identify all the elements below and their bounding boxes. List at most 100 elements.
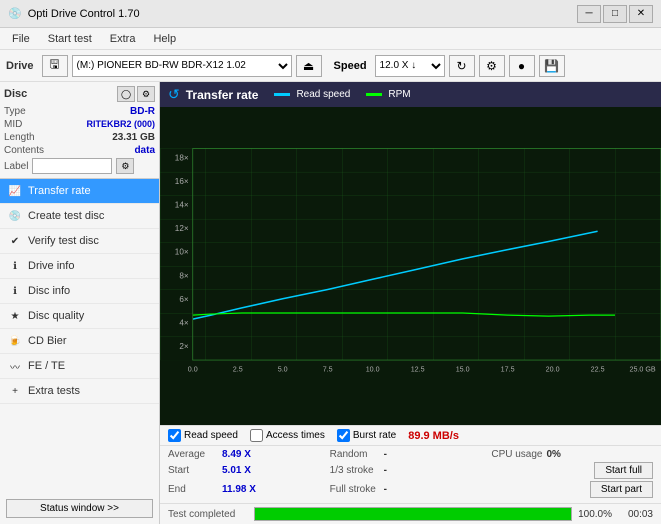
chart-header: ↺ Transfer rate Read speed RPM: [160, 82, 661, 107]
close-button[interactable]: ✕: [629, 5, 653, 23]
start-part-button[interactable]: Start part: [590, 481, 653, 498]
chart-wrapper: 18× 16× 14× 12× 10× 8× 6× 4× 2× 0.0 2.5 …: [160, 107, 661, 425]
save-button[interactable]: 💾: [539, 55, 565, 77]
nav-verify-disc-label: Verify test disc: [28, 235, 99, 247]
nav-extra-tests[interactable]: + Extra tests: [0, 379, 159, 404]
menu-extra[interactable]: Extra: [102, 31, 144, 47]
progress-bar: [254, 507, 572, 521]
burn-button[interactable]: ●: [509, 55, 535, 77]
drive-icon-button[interactable]: 🖫: [42, 55, 68, 77]
toolbar: Drive 🖫 (M:) PIONEER BD-RW BDR-X12 1.02 …: [0, 50, 661, 82]
disc-section: Disc ◯ ⚙ Type BD-R MID RITEKBR2 (000) Le…: [0, 82, 159, 179]
length-value: 23.31 GB: [112, 132, 155, 143]
menu-start-test[interactable]: Start test: [40, 31, 100, 47]
cpu-usage-label: CPU usage: [491, 449, 542, 460]
drive-info-icon: ℹ: [8, 259, 22, 273]
transfer-rate-icon: 📈: [8, 184, 22, 198]
title-bar: 💿 Opti Drive Control 1.70 ─ □ ✕: [0, 0, 661, 28]
contents-value: data: [134, 145, 155, 156]
svg-text:5.0: 5.0: [278, 365, 288, 373]
read-speed-checkbox[interactable]: Read speed: [168, 429, 238, 442]
nav-transfer-rate-label: Transfer rate: [28, 185, 91, 197]
menu-file[interactable]: File: [4, 31, 38, 47]
average-value: 8.49 X: [222, 449, 251, 460]
disc-icon-btn2[interactable]: ⚙: [137, 86, 155, 102]
create-disc-icon: 💿: [8, 209, 22, 223]
start-full-button[interactable]: Start full: [594, 462, 653, 479]
stroke-1-3-value: -: [384, 465, 387, 476]
nav-menu: 📈 Transfer rate 💿 Create test disc ✔ Ver…: [0, 179, 159, 404]
nav-verify-test-disc[interactable]: ✔ Verify test disc: [0, 229, 159, 254]
nav-transfer-rate[interactable]: 📈 Transfer rate: [0, 179, 159, 204]
svg-text:14×: 14×: [175, 201, 189, 210]
full-stroke-label: Full stroke: [330, 484, 380, 495]
speed-select[interactable]: 12.0 X ↓: [375, 55, 445, 77]
nav-disc-quality[interactable]: ★ Disc quality: [0, 304, 159, 329]
progress-percent: 100.0%: [578, 509, 612, 520]
menu-bar: File Start test Extra Help: [0, 28, 661, 50]
stats-bar: Average 8.49 X Random - CPU usage 0% Sta…: [160, 445, 661, 503]
nav-disc-info[interactable]: ℹ Disc info: [0, 279, 159, 304]
svg-text:20.0: 20.0: [546, 365, 560, 373]
disc-info-icon: ℹ: [8, 284, 22, 298]
disc-quality-icon: ★: [8, 309, 22, 323]
checkbox-row: Read speed Access times Burst rate 89.9 …: [160, 425, 661, 445]
nav-fe-te[interactable]: 〰 FE / TE: [0, 354, 159, 379]
maximize-button[interactable]: □: [603, 5, 627, 23]
full-stroke-value: -: [384, 484, 387, 495]
refresh-button[interactable]: ↻: [449, 55, 475, 77]
start-stat-value: 5.01 X: [222, 465, 251, 476]
nav-fe-te-label: FE / TE: [28, 360, 65, 372]
svg-text:22.5: 22.5: [591, 365, 605, 373]
svg-text:12.5: 12.5: [411, 365, 425, 373]
label-icon-btn[interactable]: ⚙: [116, 158, 134, 174]
config-button[interactable]: ⚙: [479, 55, 505, 77]
burst-rate-checkbox[interactable]: Burst rate: [337, 429, 396, 442]
svg-text:16×: 16×: [175, 177, 189, 186]
nav-cd-bier[interactable]: 🍺 CD Bier: [0, 329, 159, 354]
read-speed-checkbox-label: Read speed: [184, 430, 238, 441]
svg-text:10×: 10×: [175, 248, 189, 257]
chart-title: Transfer rate: [186, 88, 259, 102]
start-stat-label: Start: [168, 465, 218, 476]
nav-create-test-disc[interactable]: 💿 Create test disc: [0, 204, 159, 229]
speed-label: Speed: [334, 60, 367, 72]
nav-create-disc-label: Create test disc: [28, 210, 104, 222]
sidebar: Disc ◯ ⚙ Type BD-R MID RITEKBR2 (000) Le…: [0, 82, 160, 524]
access-times-checkbox-label: Access times: [266, 430, 325, 441]
svg-text:10.0: 10.0: [366, 365, 380, 373]
svg-text:7.5: 7.5: [323, 365, 333, 373]
mid-label: MID: [4, 119, 22, 130]
svg-text:25.0 GB: 25.0 GB: [629, 365, 655, 373]
contents-label: Contents: [4, 145, 44, 156]
window-controls: ─ □ ✕: [577, 5, 653, 23]
svg-text:2×: 2×: [179, 342, 189, 351]
nav-disc-info-label: Disc info: [28, 285, 70, 297]
progress-bar-fill: [255, 508, 571, 520]
random-value: -: [384, 449, 387, 460]
disc-icon-btn1[interactable]: ◯: [117, 86, 135, 102]
nav-drive-info[interactable]: ℹ Drive info: [0, 254, 159, 279]
access-times-checkbox[interactable]: Access times: [250, 429, 325, 442]
verify-disc-icon: ✔: [8, 234, 22, 248]
end-label: End: [168, 484, 218, 495]
transfer-rate-chart: 18× 16× 14× 12× 10× 8× 6× 4× 2× 0.0 2.5 …: [160, 107, 661, 425]
status-window-button[interactable]: Status window >>: [6, 499, 153, 518]
svg-text:6×: 6×: [179, 295, 189, 304]
menu-help[interactable]: Help: [145, 31, 184, 47]
svg-text:2.5: 2.5: [233, 365, 243, 373]
app-icon: 💿: [8, 7, 22, 20]
average-label: Average: [168, 449, 218, 460]
app-title: Opti Drive Control 1.70: [28, 8, 140, 20]
nav-disc-quality-label: Disc quality: [28, 310, 84, 322]
type-value: BD-R: [130, 106, 155, 117]
minimize-button[interactable]: ─: [577, 5, 601, 23]
length-label: Length: [4, 132, 35, 143]
drive-select[interactable]: (M:) PIONEER BD-RW BDR-X12 1.02: [72, 55, 292, 77]
drive-label: Drive: [6, 60, 34, 72]
random-label: Random: [330, 449, 380, 460]
label-input[interactable]: [32, 158, 112, 174]
label-label: Label: [4, 161, 28, 172]
eject-button[interactable]: ⏏: [296, 55, 322, 77]
svg-text:0.0: 0.0: [188, 365, 198, 373]
